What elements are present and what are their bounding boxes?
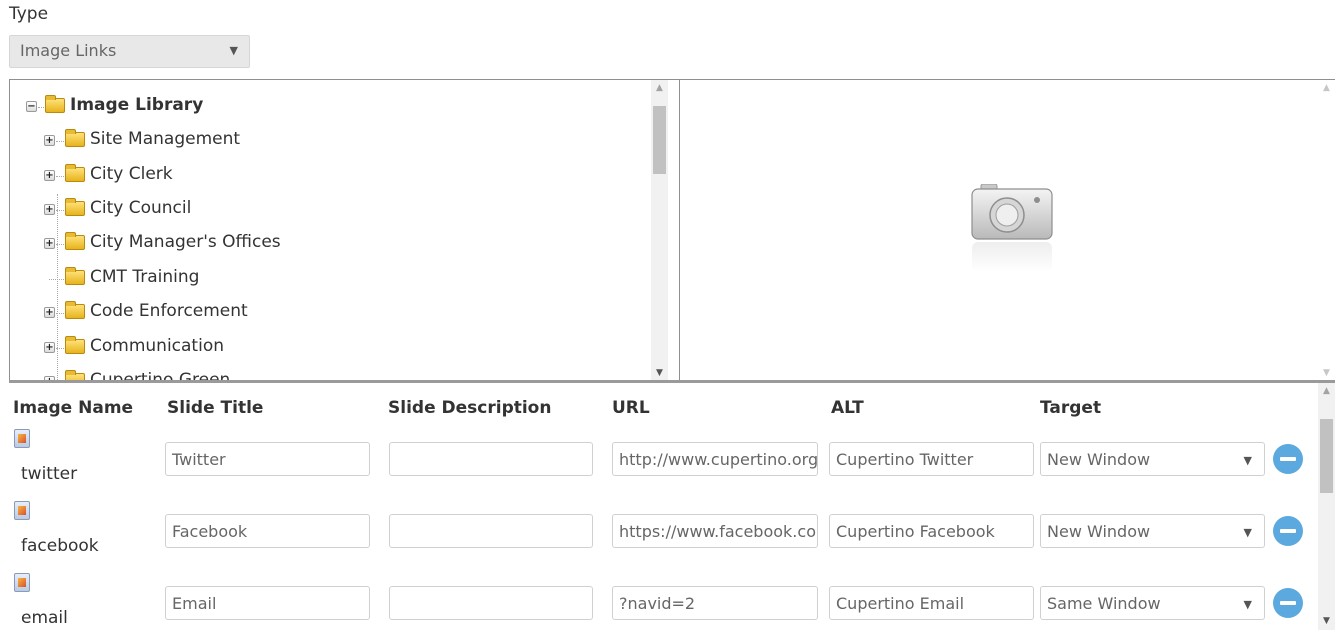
slide-description-input[interactable] — [389, 586, 593, 620]
type-select[interactable]: Image Links ▼ — [9, 35, 250, 68]
folder-icon — [65, 164, 85, 182]
tree-item-label: City Clerk — [90, 164, 173, 184]
expand-icon[interactable]: + — [44, 170, 55, 181]
tree-item-communication[interactable]: + Communication — [41, 334, 641, 364]
tree-item-label: City Manager's Offices — [90, 232, 281, 252]
expand-icon[interactable]: + — [44, 342, 55, 353]
dropdown-arrow-icon: ▼ — [1243, 526, 1252, 539]
type-select-value: Image Links — [20, 41, 117, 60]
slide-title-input[interactable]: Twitter — [165, 442, 370, 476]
tree-item-code-enforcement[interactable]: + Code Enforcement — [41, 299, 641, 329]
scroll-up-icon[interactable]: ▲ — [1318, 80, 1335, 97]
image-preview-panel: ▲ ▼ — [679, 79, 1335, 382]
url-input[interactable]: http://www.cupertino.org/twitter — [612, 442, 818, 476]
expand-icon[interactable]: + — [44, 204, 55, 215]
tree-item-label: Site Management — [90, 129, 241, 149]
image-file-icon — [14, 429, 30, 448]
remove-row-button[interactable] — [1273, 516, 1303, 546]
dropdown-arrow-icon: ▼ — [1243, 454, 1252, 467]
alt-input[interactable]: Cupertino Email — [829, 586, 1034, 620]
slide-title-input[interactable]: Email — [165, 586, 370, 620]
remove-row-button[interactable] — [1273, 588, 1303, 618]
remove-row-button[interactable] — [1273, 444, 1303, 474]
alt-input[interactable]: Cupertino Facebook — [829, 514, 1034, 548]
slide-title-input[interactable]: Facebook — [165, 514, 370, 548]
type-label: Type — [9, 4, 49, 24]
expand-icon[interactable]: + — [44, 307, 55, 318]
collapse-icon[interactable]: − — [26, 101, 37, 112]
target-select-value: New Window — [1047, 450, 1151, 469]
folder-icon — [65, 198, 85, 216]
expand-icon[interactable]: + — [44, 135, 55, 146]
tree-connector — [49, 279, 66, 280]
folder-icon — [65, 129, 85, 147]
expand-icon[interactable]: + — [44, 238, 55, 249]
header-alt: ALT — [831, 398, 864, 418]
scroll-down-icon[interactable]: ▼ — [1318, 613, 1335, 630]
scroll-up-icon[interactable]: ▲ — [1318, 383, 1335, 400]
tree-root-label: Image Library — [70, 95, 204, 115]
tree-item-label: Code Enforcement — [90, 301, 248, 321]
image-file-icon — [14, 501, 30, 520]
header-slide-description: Slide Description — [388, 398, 552, 418]
grid-scrollbar[interactable]: ▲ ▼ — [1318, 383, 1335, 630]
dropdown-arrow-icon: ▼ — [1243, 598, 1252, 611]
scrollbar-thumb[interactable] — [1320, 419, 1333, 493]
tree-item-label: City Council — [90, 198, 192, 218]
header-image-name: Image Name — [13, 398, 134, 418]
target-select[interactable]: Same Window ▼ — [1040, 586, 1265, 620]
preview-scrollbar[interactable]: ▲ ▼ — [1318, 80, 1335, 382]
tree-item-city-council[interactable]: + City Council — [41, 196, 641, 226]
tree-item-city-clerk[interactable]: + City Clerk — [41, 162, 641, 192]
tree-item-site-management[interactable]: + Site Management — [41, 127, 641, 157]
image-file-icon — [14, 573, 30, 592]
folder-icon — [65, 232, 85, 250]
header-slide-title: Slide Title — [167, 398, 264, 418]
target-select[interactable]: New Window ▼ — [1040, 514, 1265, 548]
tree-item-cmt-training[interactable]: CMT Training — [41, 265, 641, 295]
tree-item-city-managers-offices[interactable]: + City Manager's Offices — [41, 230, 641, 260]
target-select[interactable]: New Window ▼ — [1040, 442, 1265, 476]
slide-description-input[interactable] — [389, 514, 593, 548]
folder-icon — [45, 95, 65, 113]
header-target: Target — [1040, 398, 1102, 418]
target-select-value: Same Window — [1047, 594, 1161, 613]
camera-icon — [971, 184, 1053, 272]
tree-item-label: Communication — [90, 336, 224, 356]
target-select-value: New Window — [1047, 522, 1151, 541]
alt-input[interactable]: Cupertino Twitter — [829, 442, 1034, 476]
tree-item-label: CMT Training — [90, 267, 200, 287]
tree-root[interactable]: − Image Library — [21, 93, 641, 123]
image-name: email — [21, 608, 68, 628]
image-library-tree: − Image Library + Site Management + City… — [9, 79, 679, 382]
image-name: facebook — [21, 536, 99, 556]
folder-icon — [65, 267, 85, 285]
folder-icon — [65, 336, 85, 354]
url-input[interactable]: https://www.facebook.com/CityofCupertino — [612, 514, 818, 548]
tree-scrollbar[interactable]: ▲ ▼ — [651, 80, 668, 382]
folder-icon — [65, 301, 85, 319]
scroll-up-icon[interactable]: ▲ — [651, 80, 668, 97]
image-name: twitter — [21, 464, 78, 484]
url-input[interactable]: ?navid=2 — [612, 586, 818, 620]
scrollbar-thumb[interactable] — [653, 106, 666, 174]
image-links-grid: Image Name Slide Title Slide Description… — [9, 383, 1335, 630]
slide-description-input[interactable] — [389, 442, 593, 476]
dropdown-arrow-icon: ▼ — [229, 44, 238, 57]
header-url: URL — [612, 398, 650, 418]
